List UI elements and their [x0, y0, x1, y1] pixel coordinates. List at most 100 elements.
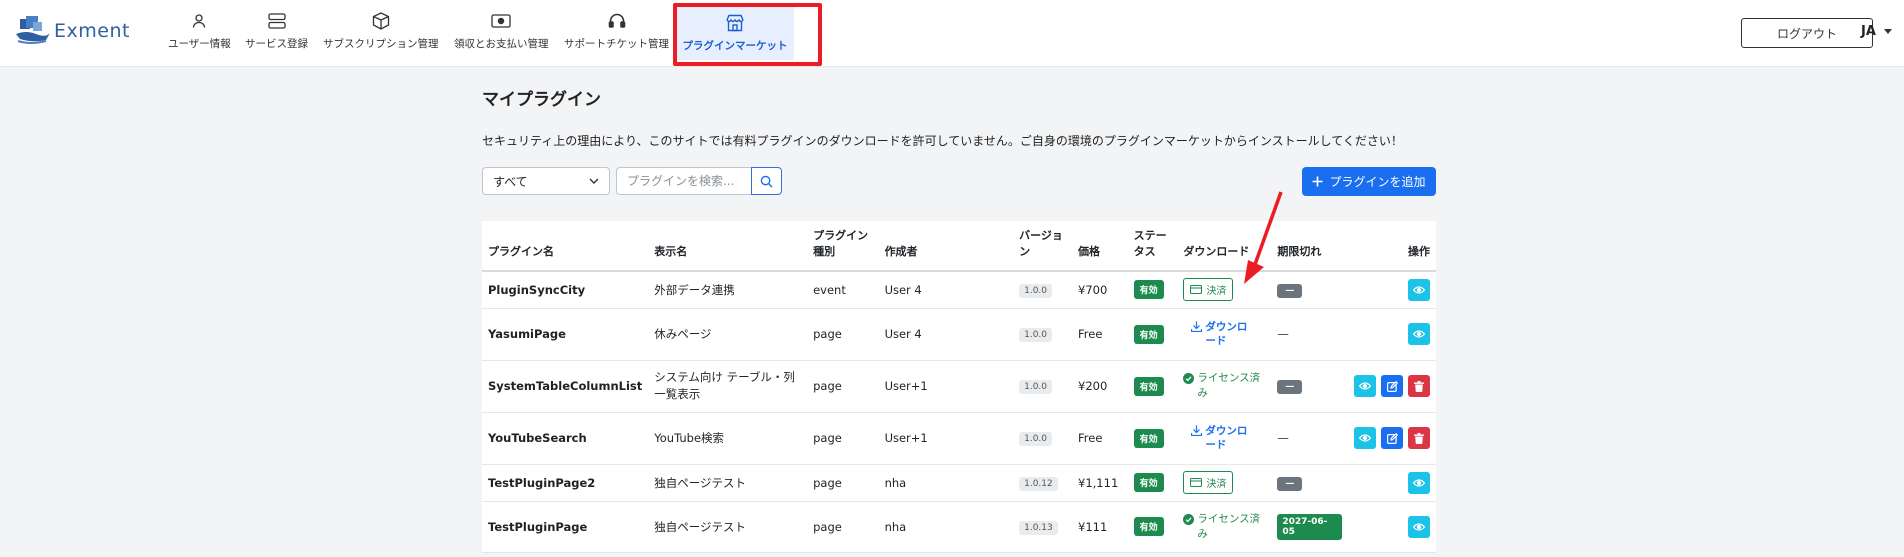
search-button[interactable] [751, 167, 782, 195]
add-plugin-button[interactable]: プラグインを追加 [1302, 167, 1436, 196]
header-actions: 操作 [1347, 221, 1436, 272]
expiry-date-badge: 2027-06-05 [1277, 513, 1342, 540]
plugin-table: プラグイン名 表示名 プラグイン種別 作成者 バージョン 価格 ステータス ダウ… [482, 221, 1436, 553]
nav-support[interactable]: サポートチケット管理 [564, 10, 669, 58]
plugin-name-cell: YouTubeSearch [482, 412, 649, 465]
view-button[interactable] [1408, 515, 1430, 538]
credit-card-icon [1190, 285, 1203, 295]
table-row: SystemTableColumnList システム向け テーブル・列一覧表示 … [482, 360, 1436, 413]
download-cell: ダウンロード [1177, 308, 1272, 361]
header-expiry[interactable]: 期限切れ [1271, 221, 1348, 272]
nav-service-registration[interactable]: サービス登録 [245, 10, 308, 58]
edit-button[interactable] [1381, 427, 1403, 449]
pay-button[interactable]: 決済 [1183, 471, 1234, 494]
user-icon [191, 10, 207, 32]
display-name-cell: YouTube検索 [648, 412, 808, 465]
display-name-cell: システム向け テーブル・列一覧表示 [648, 360, 808, 413]
nav-label: ユーザー情報 [168, 38, 231, 50]
delete-button[interactable] [1408, 427, 1430, 449]
expiry-badge: — [1277, 476, 1303, 491]
plugin-name-cell: TestPluginPage2 [482, 464, 649, 502]
expiry-cell: — [1271, 308, 1348, 361]
nav-user-info[interactable]: ユーザー情報 [168, 10, 231, 58]
header-download[interactable]: ダウンロード [1177, 221, 1272, 272]
eye-icon [1359, 382, 1371, 390]
nav-billing[interactable]: 領収とお支払い管理 [454, 10, 549, 58]
version-cell: 1.0.13 [1013, 501, 1073, 553]
price-cell: ¥700 [1072, 271, 1128, 309]
header-status[interactable]: ステータス [1127, 221, 1178, 272]
nav-subscription[interactable]: サブスクリプション管理 [323, 10, 439, 58]
eye-icon [1413, 522, 1425, 531]
brand-name: Exment [54, 20, 130, 42]
pay-label: 決済 [1206, 286, 1227, 298]
chevron-down-icon [589, 178, 599, 184]
header-display-name[interactable]: 表示名 [648, 221, 808, 272]
type-filter-select[interactable]: すべて [482, 167, 610, 195]
licensed-status: ライセンス済み [1183, 371, 1265, 401]
version-badge: 1.0.0 [1019, 328, 1053, 342]
nav-label: サブスクリプション管理 [323, 38, 439, 50]
version-badge: 1.0.0 [1019, 432, 1053, 446]
table-row: TestPluginPage 独自ページテスト page nha 1.0.13 … [482, 501, 1436, 553]
eye-icon [1413, 478, 1425, 487]
price-cell: ¥1,111 [1072, 464, 1128, 502]
eye-icon [1413, 286, 1425, 294]
view-button[interactable] [1408, 471, 1430, 494]
version-cell: 1.0.0 [1013, 412, 1073, 465]
download-link[interactable]: ダウンロード [1183, 424, 1253, 452]
header-version[interactable]: バージョン [1013, 221, 1073, 272]
status-cell: 有効 [1127, 412, 1178, 465]
header-plugin-type[interactable]: プラグイン種別 [807, 221, 879, 272]
plugin-search-input[interactable] [616, 167, 752, 195]
version-badge: 1.0.13 [1019, 520, 1058, 535]
box-icon [372, 10, 390, 32]
expiry-cell: — [1271, 360, 1348, 413]
plugin-name-cell: PluginSyncCity [482, 271, 649, 309]
edit-icon [1386, 432, 1398, 444]
view-button[interactable] [1408, 323, 1430, 345]
expiry-cell: — [1271, 464, 1348, 502]
plus-icon [1312, 176, 1323, 187]
actions-cell [1347, 360, 1436, 413]
edit-button[interactable] [1381, 375, 1403, 397]
table-header-row: プラグイン名 表示名 プラグイン種別 作成者 バージョン 価格 ステータス ダウ… [482, 221, 1436, 272]
header-plugin-name[interactable]: プラグイン名 [482, 221, 649, 272]
header-author[interactable]: 作成者 [878, 221, 1014, 272]
download-link[interactable]: ダウンロード [1183, 320, 1253, 348]
table-row: TestPluginPage2 独自ページテスト page nha 1.0.12… [482, 464, 1436, 502]
nav-plugin-market[interactable]: プラグインマーケット [676, 4, 794, 60]
actions-cell [1347, 308, 1436, 361]
language-dropdown[interactable]: JA [1861, 24, 1892, 39]
status-badge: 有効 [1133, 517, 1164, 536]
brand-logo[interactable]: Exment [16, 14, 130, 48]
nav-label: サポートチケット管理 [564, 38, 669, 50]
download-icon [1191, 425, 1203, 436]
logout-button[interactable]: ログアウト [1741, 18, 1873, 48]
display-name-cell: 独自ページテスト [648, 464, 808, 502]
trash-icon [1414, 380, 1424, 392]
delete-button[interactable] [1408, 375, 1430, 397]
view-button[interactable] [1354, 427, 1376, 449]
table-row: PluginSyncCity 外部データ連携 event User 4 1.0.… [482, 271, 1436, 309]
pay-button[interactable]: 決済 [1183, 278, 1234, 302]
price-cell: Free [1072, 308, 1128, 361]
download-cell: ライセンス済み [1177, 360, 1272, 413]
type-cell: page [807, 501, 879, 553]
type-cell: page [807, 308, 879, 361]
view-button[interactable] [1408, 278, 1430, 301]
view-button[interactable] [1354, 375, 1376, 397]
licensed-label: ライセンス済み [1197, 372, 1261, 399]
expiry-badge: — [1277, 380, 1303, 394]
header-price[interactable]: 価格 [1072, 221, 1128, 272]
plugin-name-cell: SystemTableColumnList [482, 360, 649, 413]
nav-label: 領収とお支払い管理 [454, 38, 549, 50]
display-name-cell: 外部データ連携 [648, 271, 808, 309]
version-badge: 1.0.0 [1019, 380, 1053, 394]
display-name-cell: 独自ページテスト [648, 501, 808, 553]
security-notice: セキュリティ上の理由により、このサイトでは有料プラグインのダウンロードを許可して… [482, 134, 1403, 148]
eye-icon [1359, 434, 1371, 442]
eye-icon [1413, 330, 1425, 338]
download-cell: 決済 [1177, 271, 1272, 309]
actions-cell [1347, 412, 1436, 465]
